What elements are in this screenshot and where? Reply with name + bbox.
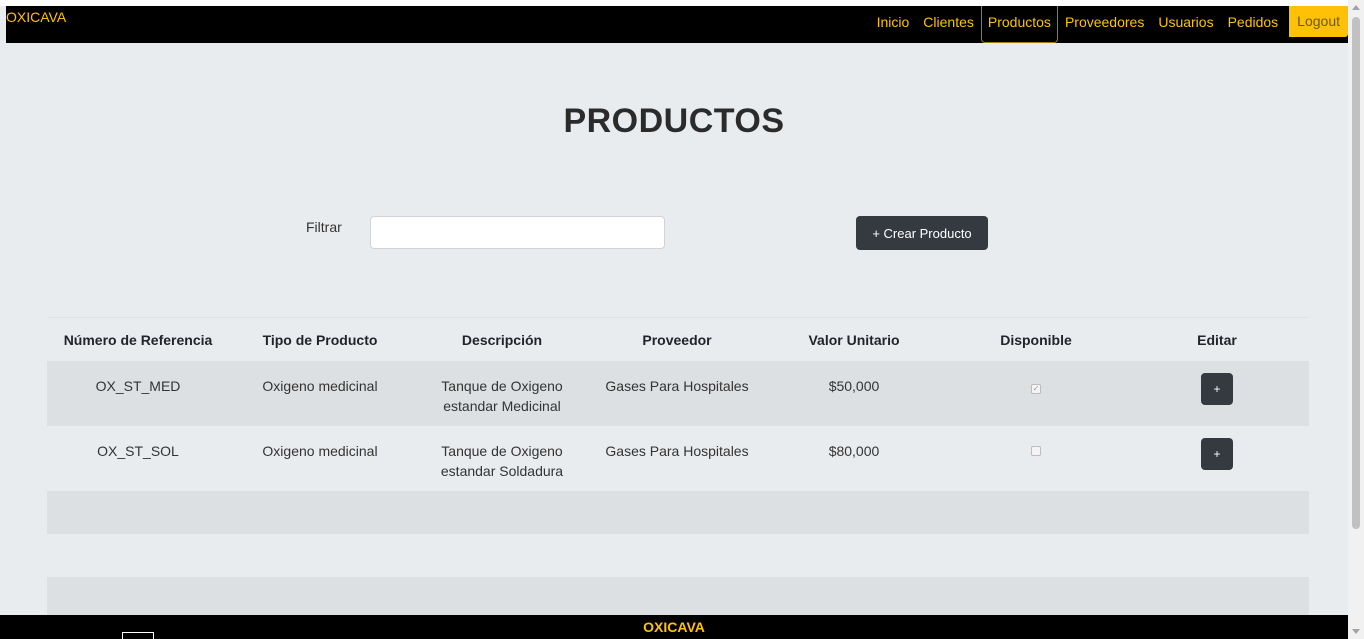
filter-label: Filtrar (306, 219, 342, 235)
cell-descripcion: Tanque de Oxigeno estandar Medicinal (411, 361, 593, 426)
table-row: OX_ST_MED Oxigeno medicinal Tanque de Ox… (47, 361, 1309, 426)
cell-proveedor: Gases Para Hospitales (605, 443, 749, 459)
header-referencia[interactable]: Número de Referencia (47, 332, 229, 348)
products-table: Número de Referencia Tipo de Producto De… (47, 317, 1309, 620)
table-row-empty (47, 534, 1309, 577)
cell-tipo: Oxigeno medicinal (262, 443, 378, 459)
nav-item-productos[interactable]: Productos (980, 6, 1058, 43)
descripcion-line: estandar Soldadura (440, 463, 564, 479)
vertical-scrollbar[interactable] (1348, 0, 1364, 639)
descripcion-line: estandar Medicinal (443, 398, 561, 414)
header-tipo[interactable]: Tipo de Producto (229, 332, 411, 348)
filter-input[interactable] (370, 216, 665, 249)
cell-editar: + (1125, 361, 1309, 426)
header-descripcion[interactable]: Descripción (411, 332, 593, 348)
table-row: OX_ST_SOL Oxigeno medicinal Tanque de Ox… (47, 426, 1309, 491)
nav-item-usuarios[interactable]: Usuarios (1151, 6, 1220, 38)
scrollbar-thumb[interactable] (1352, 17, 1360, 529)
header-proveedor[interactable]: Proveedor (593, 332, 761, 348)
cell-descripcion: Tanque de Oxigeno estandar Soldadura (411, 426, 593, 491)
cell-valor: $50,000 (828, 378, 880, 394)
nav-item-clientes[interactable]: Clientes (916, 6, 981, 38)
table-row-empty (47, 577, 1309, 620)
cell-tipo: Oxigeno medicinal (262, 378, 378, 394)
edit-button[interactable]: + (1201, 373, 1233, 405)
cell-valor: $80,000 (828, 443, 880, 459)
table-row-empty (47, 491, 1309, 534)
brand-logo[interactable]: OXICAVA (6, 6, 66, 25)
edit-button[interactable]: + (1201, 438, 1233, 470)
nav-item-pedidos[interactable]: Pedidos (1221, 6, 1286, 38)
nav-item-proveedores[interactable]: Proveedores (1058, 6, 1151, 38)
nav-menu: Inicio Clientes Productos Proveedores Us… (870, 6, 1348, 43)
descripcion-line: Tanque de Oxigeno (441, 378, 563, 394)
header-disponible[interactable]: Disponible (947, 332, 1125, 348)
header-editar: Editar (1197, 331, 1237, 348)
scroll-up-icon[interactable] (1352, 5, 1360, 10)
logout-button[interactable]: Logout (1289, 6, 1348, 37)
disponible-checkbox[interactable] (1031, 446, 1041, 456)
disponible-checkbox[interactable]: ✓ (1031, 384, 1041, 394)
scroll-down-icon[interactable] (1352, 629, 1360, 634)
navbar: OXICAVA Inicio Clientes Productos Provee… (6, 6, 1348, 43)
nav-item-inicio[interactable]: Inicio (870, 6, 917, 38)
page-title: PRODUCTOS (563, 102, 785, 140)
cell-proveedor: Gases Para Hospitales (605, 378, 749, 394)
footer-brand: OXICAVA (643, 619, 705, 635)
footer: OXICAVA (0, 615, 1348, 639)
create-product-button[interactable]: + Crear Producto (856, 216, 988, 250)
table-header: Número de Referencia Tipo de Producto De… (47, 317, 1309, 361)
descripcion-line: Tanque de Oxigeno (441, 443, 563, 459)
header-valor[interactable]: Valor Unitario (761, 332, 947, 348)
cell-disponible: ✓ (947, 361, 1125, 426)
cell-editar: + (1125, 426, 1309, 491)
cell-disponible (947, 426, 1125, 491)
cell-referencia: OX_ST_MED (95, 378, 181, 394)
cell-referencia: OX_ST_SOL (97, 443, 179, 459)
